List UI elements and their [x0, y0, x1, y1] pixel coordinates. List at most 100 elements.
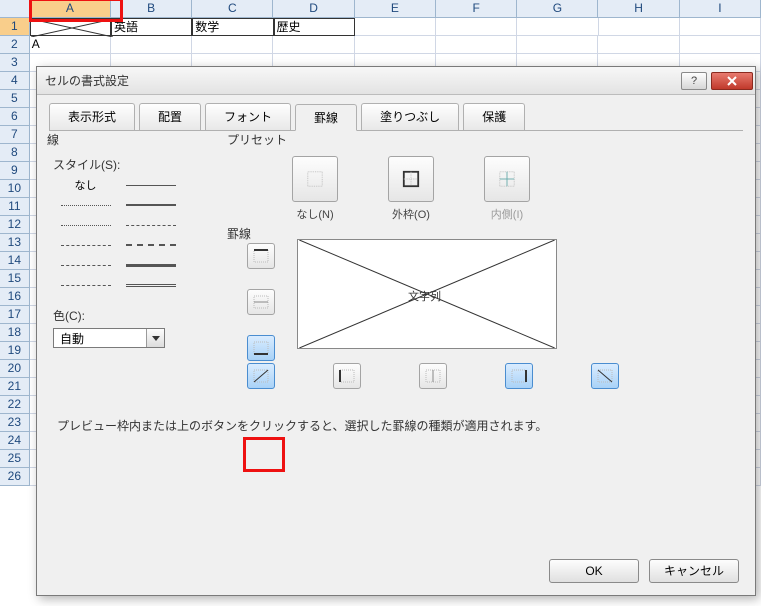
row-header-7[interactable]: 7 [0, 126, 30, 144]
border-right-button[interactable] [505, 363, 533, 389]
line-group-label: 線 [47, 133, 59, 147]
border-bottom-icon [251, 339, 271, 357]
line-style-opt[interactable] [118, 195, 183, 215]
diag-up-icon [251, 367, 271, 385]
border-hmid-icon [251, 293, 271, 311]
line-style-opt[interactable] [118, 255, 183, 275]
row-header-18[interactable]: 18 [0, 324, 30, 342]
tab-number[interactable]: 表示形式 [49, 103, 135, 130]
border-hmid-button[interactable] [247, 289, 275, 315]
line-style-opt[interactable] [118, 175, 183, 195]
cell-C1[interactable]: 数学 [192, 18, 273, 36]
row-header-12[interactable]: 12 [0, 216, 30, 234]
cell-E2[interactable] [355, 36, 436, 54]
cell-I2[interactable] [680, 36, 761, 54]
help-button[interactable]: ? [681, 72, 707, 90]
col-header-G[interactable]: G [517, 0, 598, 18]
row-header-13[interactable]: 13 [0, 234, 30, 252]
cell-F1[interactable] [436, 18, 517, 36]
dialog-title: セルの書式設定 [45, 72, 681, 89]
row-header-17[interactable]: 17 [0, 306, 30, 324]
tab-fill[interactable]: 塗りつぶし [361, 103, 459, 130]
border-preview[interactable]: 文字列 [297, 239, 557, 349]
row-header-5[interactable]: 5 [0, 90, 30, 108]
cell-H2[interactable] [598, 36, 679, 54]
border-right-icon [509, 367, 529, 385]
close-button[interactable] [711, 72, 753, 90]
row-header-11[interactable]: 11 [0, 198, 30, 216]
line-style-opt[interactable] [118, 215, 183, 235]
cell-B1[interactable]: 英語 [111, 18, 192, 36]
tab-border[interactable]: 罫線 [295, 104, 357, 131]
row-header-20[interactable]: 20 [0, 360, 30, 378]
preset-group-label: プリセット [227, 133, 287, 147]
row-header-23[interactable]: 23 [0, 414, 30, 432]
line-style-opt[interactable] [53, 195, 118, 215]
col-header-C[interactable]: C [192, 0, 273, 18]
row-header-2[interactable]: 2 [0, 36, 30, 54]
dropdown-button[interactable] [146, 329, 164, 347]
cell-A2[interactable]: A [30, 36, 111, 54]
row-header-21[interactable]: 21 [0, 378, 30, 396]
select-all-corner[interactable] [0, 0, 30, 18]
line-style-opt[interactable] [53, 255, 118, 275]
cell-G2[interactable] [517, 36, 598, 54]
cell-E1[interactable] [355, 18, 436, 36]
border-vmid-button[interactable] [419, 363, 447, 389]
row-header-4[interactable]: 4 [0, 72, 30, 90]
tab-alignment[interactable]: 配置 [139, 103, 201, 130]
cell-I1[interactable] [680, 18, 761, 36]
col-header-I[interactable]: I [680, 0, 761, 18]
row-header-24[interactable]: 24 [0, 432, 30, 450]
line-style-opt[interactable] [118, 235, 183, 255]
border-group-label: 罫線 [227, 227, 251, 241]
line-style-opt[interactable] [53, 275, 118, 295]
ok-button[interactable]: OK [549, 559, 639, 583]
color-dropdown[interactable]: 自動 [53, 328, 165, 348]
border-bottom-button[interactable] [247, 335, 275, 361]
row-header-10[interactable]: 10 [0, 180, 30, 198]
row-header-6[interactable]: 6 [0, 108, 30, 126]
row-header-22[interactable]: 22 [0, 396, 30, 414]
border-diag-down-button[interactable] [591, 363, 619, 389]
cell-F2[interactable] [436, 36, 517, 54]
cell-C2[interactable] [192, 36, 273, 54]
preset-outline-button[interactable] [388, 156, 434, 202]
col-header-D[interactable]: D [273, 0, 354, 18]
border-diag-up-button[interactable] [247, 363, 275, 389]
cell-B2[interactable] [111, 36, 192, 54]
row-header-16[interactable]: 16 [0, 288, 30, 306]
line-style-opt[interactable] [53, 235, 118, 255]
row-header-14[interactable]: 14 [0, 252, 30, 270]
preset-inside-button[interactable] [484, 156, 530, 202]
cell-D2[interactable] [273, 36, 354, 54]
cell-H1[interactable] [599, 18, 680, 36]
line-style-opt[interactable] [53, 215, 118, 235]
cell-D1[interactable]: 歴史 [274, 18, 355, 36]
row-header-15[interactable]: 15 [0, 270, 30, 288]
row-header-3[interactable]: 3 [0, 54, 30, 72]
tab-protection[interactable]: 保護 [463, 103, 525, 130]
border-top-button[interactable] [247, 243, 275, 269]
preset-none-button[interactable] [292, 156, 338, 202]
border-left-button[interactable] [333, 363, 361, 389]
tabs: 表示形式 配置 フォント 罫線 塗りつぶし 保護 [37, 95, 755, 130]
line-style-opt[interactable] [118, 275, 183, 295]
row-header-19[interactable]: 19 [0, 342, 30, 360]
col-header-E[interactable]: E [355, 0, 436, 18]
row-header-26[interactable]: 26 [0, 468, 30, 486]
row-header-1[interactable]: 1 [0, 18, 30, 36]
row-header-9[interactable]: 9 [0, 162, 30, 180]
diag-button-highlight-annotation [243, 437, 285, 472]
col-header-B[interactable]: B [111, 0, 192, 18]
border-vmid-icon [423, 367, 443, 385]
cell-G1[interactable] [517, 18, 598, 36]
row-header-25[interactable]: 25 [0, 450, 30, 468]
col-header-F[interactable]: F [436, 0, 517, 18]
border-top-icon [251, 247, 271, 265]
line-style-none[interactable]: なし [53, 175, 118, 195]
row-header-8[interactable]: 8 [0, 144, 30, 162]
cancel-button[interactable]: キャンセル [649, 559, 739, 583]
tab-font[interactable]: フォント [205, 103, 291, 130]
col-header-H[interactable]: H [598, 0, 679, 18]
